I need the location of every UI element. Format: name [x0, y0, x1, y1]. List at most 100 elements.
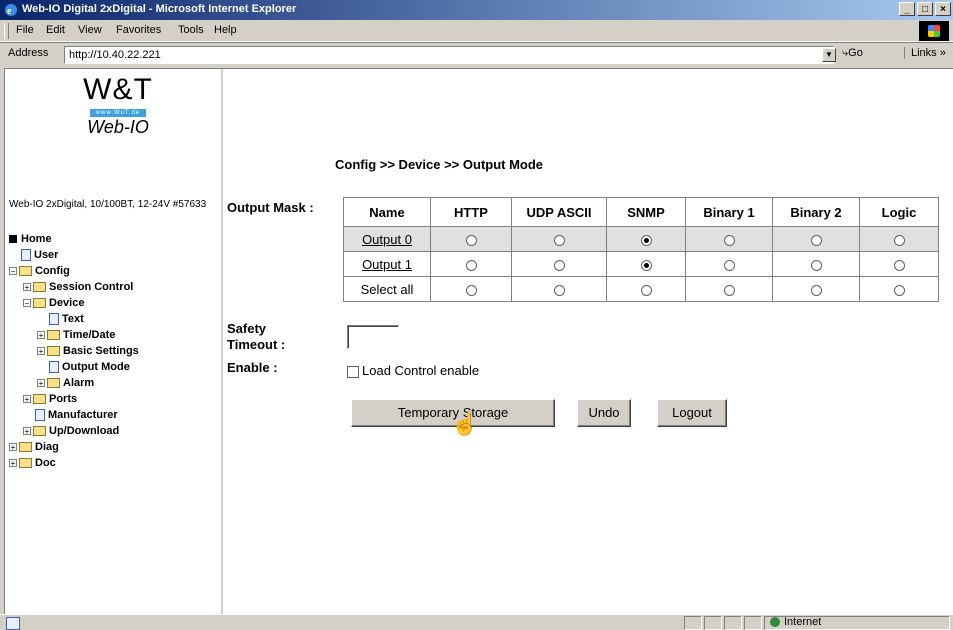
zone-label: Internet — [784, 616, 822, 628]
expand-icon[interactable]: + — [37, 331, 45, 340]
radio-output1-udp[interactable] — [553, 259, 565, 271]
logo-product: Web-IO — [87, 117, 149, 137]
folder-icon — [19, 458, 32, 469]
expand-icon[interactable]: + — [23, 283, 31, 292]
security-zone: Internet — [770, 616, 821, 628]
load-control-checkbox[interactable]: Load Control enable — [347, 363, 479, 378]
radio-output0-binary2[interactable] — [810, 234, 822, 246]
folder-icon — [33, 298, 46, 309]
col-udp-ascii: UDP ASCII — [511, 197, 607, 227]
tree-item-alarm[interactable]: + Alarm — [37, 375, 94, 391]
expand-icon[interactable]: + — [9, 459, 17, 468]
main-frame: Config >> Device >> Output Mode Output M… — [223, 69, 953, 615]
menu-tools[interactable]: Tools — [178, 24, 204, 36]
tree-item-device[interactable]: − Device — [23, 295, 84, 311]
logo-brand: W&T — [83, 73, 153, 106]
home-icon — [9, 235, 17, 244]
tree-item-doc[interactable]: + Doc — [9, 455, 56, 471]
go-button[interactable]: ⤷Go — [842, 47, 863, 60]
minimize-button[interactable]: _ — [899, 2, 915, 16]
navigation-frame: W&T www.WuT.de Web-IO Web-IO 2xDigital, … — [5, 69, 223, 615]
expand-icon[interactable]: + — [23, 395, 31, 404]
radio-output0-logic[interactable] — [893, 234, 905, 246]
expand-icon[interactable]: + — [23, 427, 31, 436]
address-label: Address — [8, 47, 49, 59]
radio-output0-udp[interactable] — [553, 234, 565, 246]
device-info: Web-IO 2xDigital, 10/100BT, 12-24V #5763… — [9, 199, 207, 210]
tree-item-up-download[interactable]: + Up/Download — [23, 423, 119, 439]
radio-output0-http[interactable] — [465, 234, 477, 246]
output-mask-label: Output Mask : — [227, 200, 314, 215]
checkbox-icon[interactable] — [347, 365, 359, 378]
links-button[interactable]: Links » — [904, 47, 946, 59]
col-name: Name — [343, 197, 431, 227]
menu-view[interactable]: View — [78, 24, 102, 36]
tree-item-basic-settings[interactable]: + Basic Settings — [37, 343, 139, 359]
safety-label-1: Safety — [227, 321, 267, 336]
menu-edit[interactable]: Edit — [46, 24, 65, 36]
title-bar: e Web-IO Digital 2xDigital - Microsoft I… — [0, 0, 953, 20]
safety-label-2: Timeout : — [227, 337, 286, 352]
col-binary-1: Binary 1 — [685, 197, 773, 227]
logout-button[interactable]: Logout — [657, 399, 727, 427]
undo-button[interactable]: Undo — [577, 399, 631, 427]
col-http: HTTP — [430, 197, 512, 227]
address-bar: Address http://10.40.22.221 ▼ ⤷Go Links … — [0, 42, 953, 66]
table-row: Select all — [343, 276, 939, 302]
tree-item-config[interactable]: − Config — [9, 263, 70, 279]
address-input[interactable]: http://10.40.22.221 — [64, 46, 834, 64]
status-bar: Internet — [0, 614, 953, 630]
col-binary-2: Binary 2 — [772, 197, 860, 227]
radio-all-logic[interactable] — [893, 284, 905, 296]
tree-item-ports[interactable]: + Ports — [23, 391, 77, 407]
tree-item-output-mode[interactable]: Output Mode — [49, 359, 130, 375]
folder-icon — [47, 330, 60, 341]
radio-output1-binary1[interactable] — [723, 259, 735, 271]
folder-icon — [33, 394, 46, 405]
tree-item-time-date[interactable]: + Time/Date — [37, 327, 115, 343]
tree-item-home[interactable]: Home — [9, 231, 52, 247]
menu-favorites[interactable]: Favorites — [116, 24, 161, 36]
output-0-link[interactable]: Output 0 — [362, 232, 412, 247]
expand-icon[interactable]: + — [37, 379, 45, 388]
safety-timeout-input[interactable] — [347, 325, 399, 349]
enable-label: Enable : — [227, 360, 278, 375]
maximize-button[interactable]: □ — [917, 2, 933, 16]
radio-output1-snmp[interactable] — [640, 259, 652, 271]
expand-icon[interactable]: + — [37, 347, 45, 356]
col-logic: Logic — [859, 197, 939, 227]
table-header-row: Name HTTP UDP ASCII SNMP Binary 1 Binary… — [343, 197, 939, 227]
tree-item-user[interactable]: User — [21, 247, 58, 263]
output-1-link[interactable]: Output 1 — [362, 257, 412, 272]
tree-item-manufacturer[interactable]: Manufacturer — [35, 407, 118, 423]
close-button[interactable]: × — [935, 2, 951, 16]
radio-output1-logic[interactable] — [893, 259, 905, 271]
collapse-icon[interactable]: − — [23, 299, 31, 308]
page-icon — [35, 409, 45, 422]
tree-item-diag[interactable]: + Diag — [9, 439, 59, 455]
window-title: Web-IO Digital 2xDigital - Microsoft Int… — [22, 3, 297, 15]
radio-all-binary1[interactable] — [723, 284, 735, 296]
folder-icon — [19, 442, 32, 453]
go-label: Go — [848, 47, 863, 59]
collapse-icon[interactable]: − — [9, 267, 17, 276]
radio-all-snmp[interactable] — [640, 284, 652, 296]
logo-site: www.WuT.de — [89, 109, 147, 117]
radio-all-udp[interactable] — [553, 284, 565, 296]
tree-item-session-control[interactable]: + Session Control — [23, 279, 133, 295]
page-icon — [21, 249, 31, 262]
radio-output0-snmp[interactable] — [640, 234, 652, 246]
radio-all-http[interactable] — [465, 284, 477, 296]
table-row: Output 1 — [343, 251, 939, 277]
chevron-down-icon[interactable]: ▼ — [822, 48, 836, 62]
expand-icon[interactable]: + — [9, 443, 17, 452]
radio-output0-binary1[interactable] — [723, 234, 735, 246]
col-snmp: SNMP — [606, 197, 686, 227]
page-icon — [49, 361, 59, 374]
menu-help[interactable]: Help — [214, 24, 237, 36]
radio-all-binary2[interactable] — [810, 284, 822, 296]
radio-output1-binary2[interactable] — [810, 259, 822, 271]
radio-output1-http[interactable] — [465, 259, 477, 271]
menu-file[interactable]: File — [16, 24, 34, 36]
tree-item-text[interactable]: Text — [49, 311, 84, 327]
